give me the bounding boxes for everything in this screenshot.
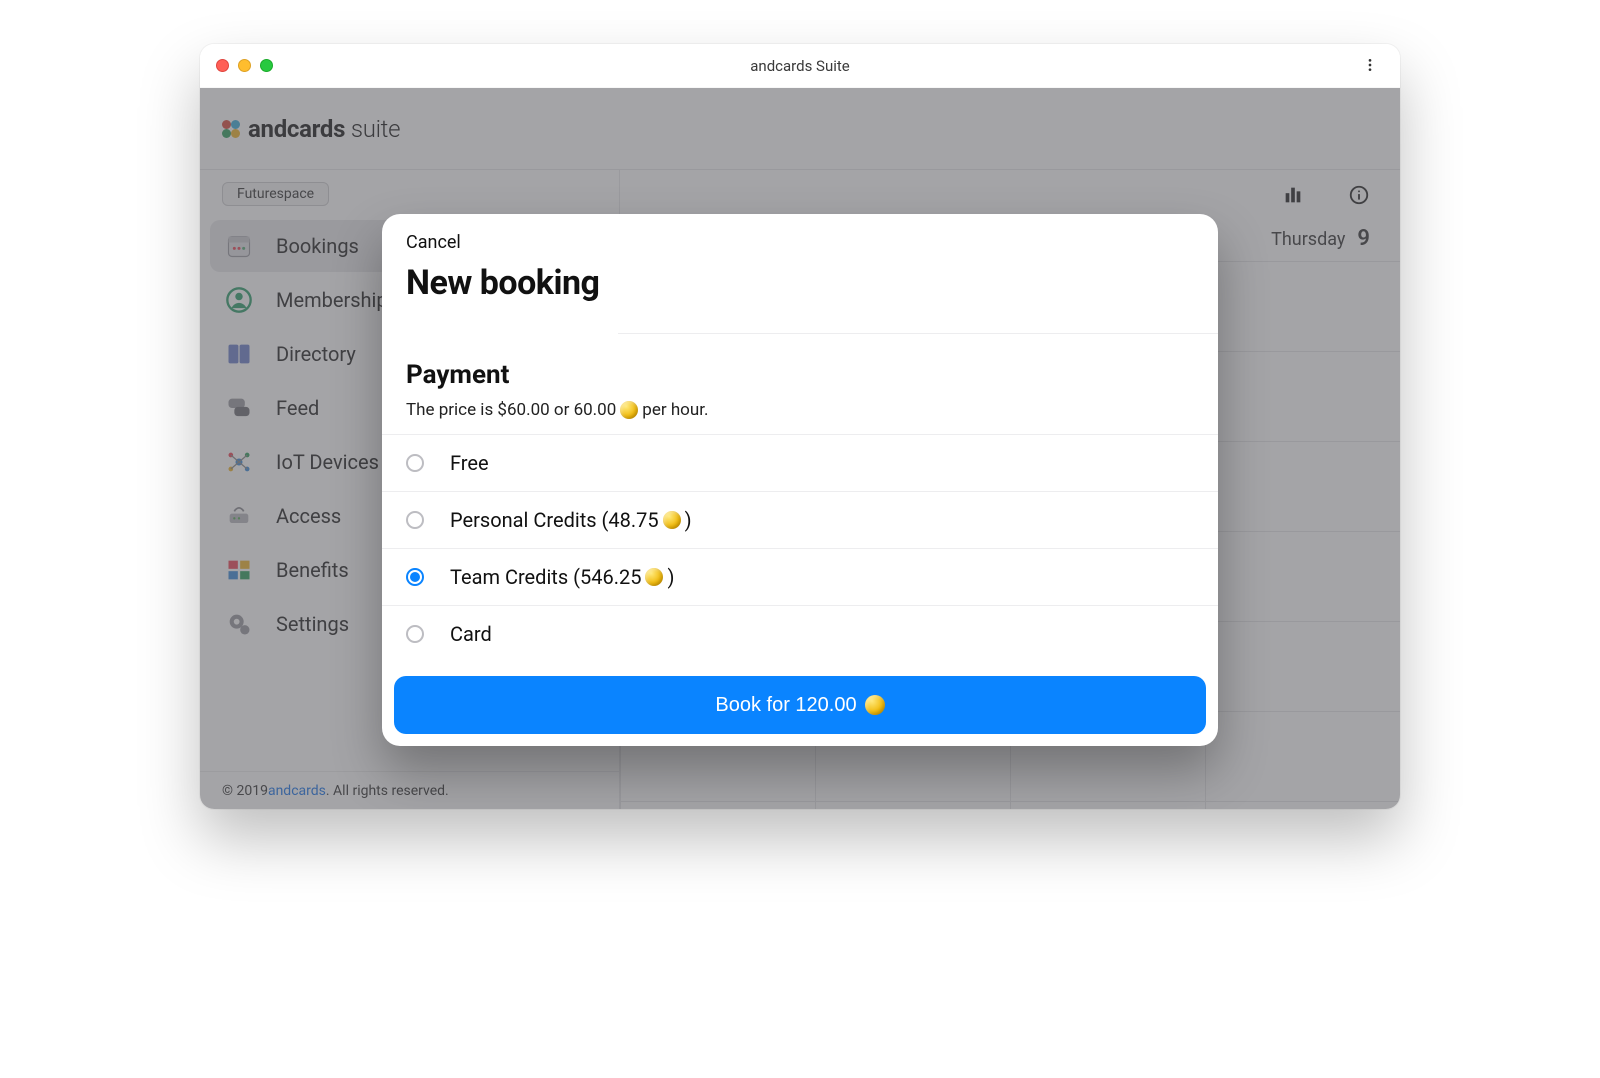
coin-icon	[620, 401, 638, 419]
payment-option-team-credits[interactable]: Team Credits (546.25 )	[382, 549, 1218, 606]
divider	[618, 333, 1218, 334]
option-text-prefix: Personal Credits (48.75	[450, 508, 659, 532]
payment-option-card[interactable]: Card	[382, 606, 1218, 662]
option-label: Card	[450, 622, 492, 646]
option-label: Team Credits (546.25 )	[450, 565, 674, 589]
option-label: Personal Credits (48.75 )	[450, 508, 692, 532]
payment-option-free[interactable]: Free	[382, 435, 1218, 492]
radio-checked-icon	[406, 568, 424, 586]
price-text: The price is $60.00 or 60.00 per hour.	[406, 400, 1194, 420]
kebab-menu-icon[interactable]	[1356, 50, 1384, 82]
cancel-button[interactable]: Cancel	[406, 232, 1194, 253]
payment-options: Free Personal Credits (48.75 ) Team Cred…	[382, 434, 1218, 662]
option-text-suffix: )	[667, 565, 674, 589]
option-text-suffix: )	[685, 508, 692, 532]
titlebar: andcards Suite	[200, 44, 1400, 88]
new-booking-modal: Cancel New booking Payment The price is …	[382, 214, 1218, 746]
payment-option-personal-credits[interactable]: Personal Credits (48.75 )	[382, 492, 1218, 549]
book-button[interactable]: Book for 120.00	[394, 676, 1206, 734]
close-window-button[interactable]	[216, 59, 229, 72]
modal-title: New booking	[406, 263, 1194, 303]
maximize-window-button[interactable]	[260, 59, 273, 72]
option-text-prefix: Team Credits (546.25	[450, 565, 641, 589]
coin-icon	[663, 511, 681, 529]
radio-unchecked-icon	[406, 454, 424, 472]
window-controls	[216, 59, 273, 72]
coin-icon	[645, 568, 663, 586]
radio-unchecked-icon	[406, 511, 424, 529]
window-title: andcards Suite	[200, 57, 1400, 75]
app-window: andcards Suite andcards suite Futurespac…	[200, 44, 1400, 809]
book-button-label: Book for 120.00	[715, 694, 856, 717]
coin-icon	[865, 695, 885, 715]
price-suffix: per hour.	[642, 400, 708, 420]
radio-unchecked-icon	[406, 625, 424, 643]
payment-heading: Payment	[406, 360, 1194, 390]
minimize-window-button[interactable]	[238, 59, 251, 72]
price-prefix: The price is $60.00 or 60.00	[406, 400, 616, 420]
option-label: Free	[450, 451, 489, 475]
